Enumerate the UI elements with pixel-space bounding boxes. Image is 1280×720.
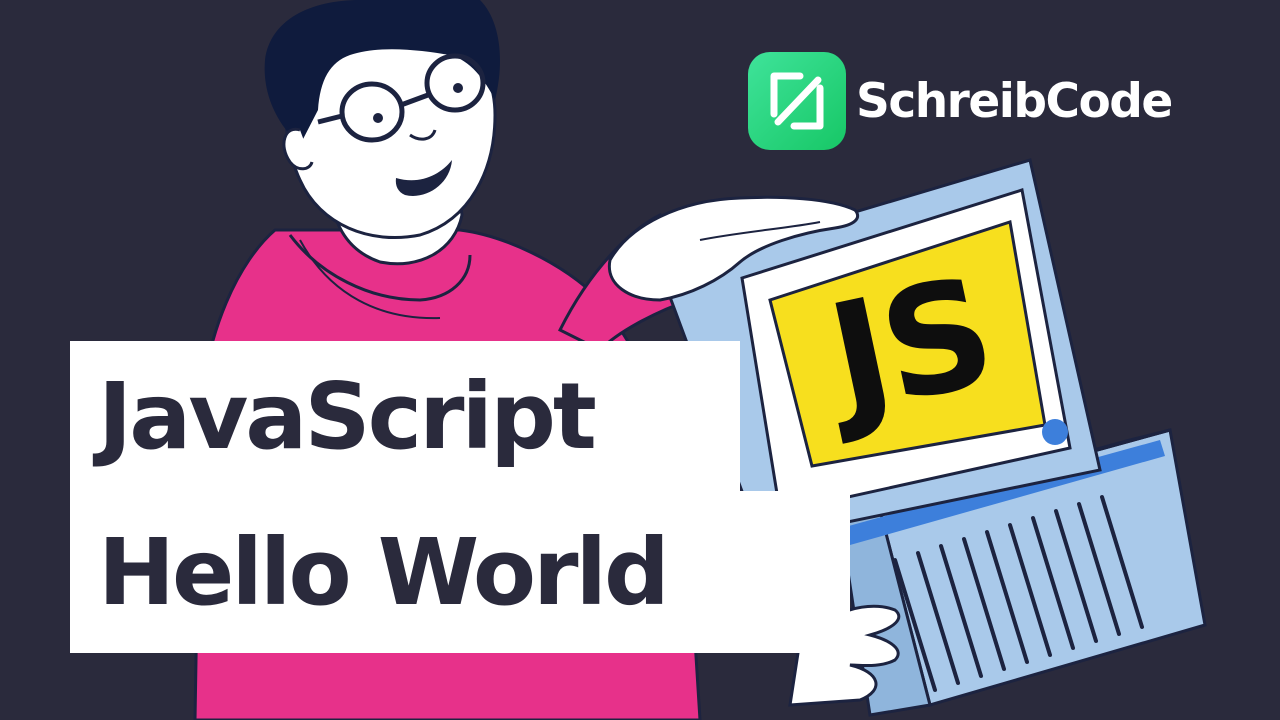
title-line-1-text: JavaScript xyxy=(98,362,597,470)
title-line-2: Hello World xyxy=(70,491,850,653)
brand-name: SchreibCode xyxy=(856,73,1173,129)
title-line-2-text: Hello World xyxy=(98,518,670,626)
schreibcode-logo-icon xyxy=(748,52,846,150)
brand: SchreibCode xyxy=(748,52,1173,150)
title-line-1: JavaScript xyxy=(70,341,740,491)
